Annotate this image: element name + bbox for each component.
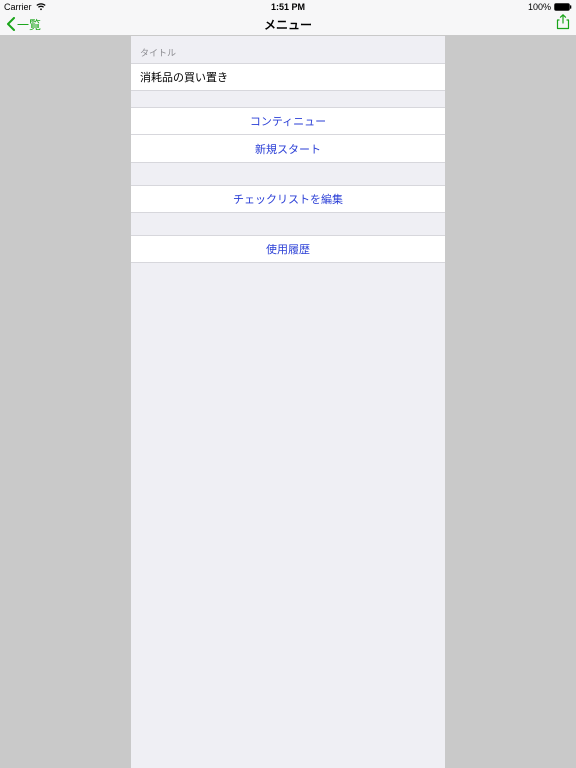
title-row[interactable] [131, 63, 445, 91]
page-title: メニュー [264, 16, 312, 33]
status-left: Carrier [4, 2, 46, 12]
back-label: 一覧 [17, 16, 41, 33]
status-bar: Carrier 1:51 PM 100% [0, 0, 576, 13]
history-label: 使用履歴 [266, 241, 310, 257]
new-start-label: 新規スタート [255, 141, 321, 157]
share-icon [556, 14, 570, 30]
navigation-bar: 一覧 メニュー [0, 13, 576, 36]
history-button[interactable]: 使用履歴 [131, 235, 445, 263]
carrier-label: Carrier [4, 2, 32, 12]
spacer [131, 91, 445, 107]
edit-checklist-button[interactable]: チェックリストを編集 [131, 185, 445, 213]
edit-checklist-label: チェックリストを編集 [233, 191, 343, 207]
battery-icon [554, 3, 572, 11]
chevron-left-icon [6, 17, 16, 31]
back-button[interactable]: 一覧 [6, 16, 41, 33]
section-header-title: タイトル [131, 36, 445, 63]
status-time: 1:51 PM [271, 2, 305, 12]
battery-label: 100% [528, 2, 551, 12]
spacer [131, 163, 445, 185]
content-panel: タイトル コンティニュー 新規スタート チェックリストを編集 使用履歴 [131, 36, 445, 768]
share-button[interactable] [556, 14, 570, 35]
wifi-icon [36, 3, 46, 11]
continue-label: コンティニュー [250, 113, 326, 129]
status-right: 100% [528, 2, 572, 12]
continue-button[interactable]: コンティニュー [131, 107, 445, 135]
new-start-button[interactable]: 新規スタート [131, 135, 445, 163]
title-input[interactable] [140, 71, 436, 83]
spacer [131, 213, 445, 235]
